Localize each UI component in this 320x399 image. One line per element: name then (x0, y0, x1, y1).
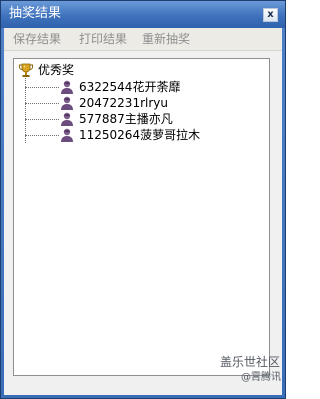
tree-connector-branch (25, 103, 59, 104)
title-bar[interactable]: 抽奖结果 x (1, 1, 285, 28)
menu-redraw-lottery[interactable]: 重新抽奖 (142, 32, 190, 46)
close-button[interactable]: x (263, 8, 278, 22)
client-area: 保存结果 打印结果 重新抽奖 优秀奖 6322544花开荼靡 20472231r… (4, 28, 282, 395)
trophy-icon (19, 63, 33, 77)
result-tree[interactable]: 优秀奖 6322544花开荼靡 20472231rlryu 577887主播亦凡… (13, 58, 270, 376)
close-icon: x (267, 9, 274, 20)
person-icon (61, 128, 73, 142)
menu-save-results[interactable]: 保存结果 (13, 32, 61, 46)
person-icon (61, 80, 73, 94)
watermark-text: 盖乐世社区 (220, 355, 281, 369)
lottery-result-window: 抽奖结果 x 保存结果 打印结果 重新抽奖 优秀奖 6322544花开荼靡 20… (0, 0, 286, 399)
window-title: 抽奖结果 (9, 6, 62, 21)
tree-child-label: 577887主播亦凡 (79, 112, 173, 126)
tree-child-label: 20472231rlryu (79, 96, 168, 110)
tree-child-label: 11250264菠萝哥拉木 (79, 128, 201, 142)
menu-print-results[interactable]: 打印结果 (79, 32, 127, 46)
person-icon (61, 112, 73, 126)
tree-child-label: 6322544花开荼靡 (79, 80, 181, 94)
menu-bar: 保存结果 打印结果 重新抽奖 (4, 28, 282, 51)
person-icon (61, 96, 73, 110)
tree-connector-branch (25, 119, 59, 120)
tree-root-label: 优秀奖 (38, 63, 75, 77)
tree-connector-branch (25, 135, 59, 136)
watermark-subtext: @霄腾讯 (241, 372, 281, 383)
tree-connector-branch (25, 87, 59, 88)
